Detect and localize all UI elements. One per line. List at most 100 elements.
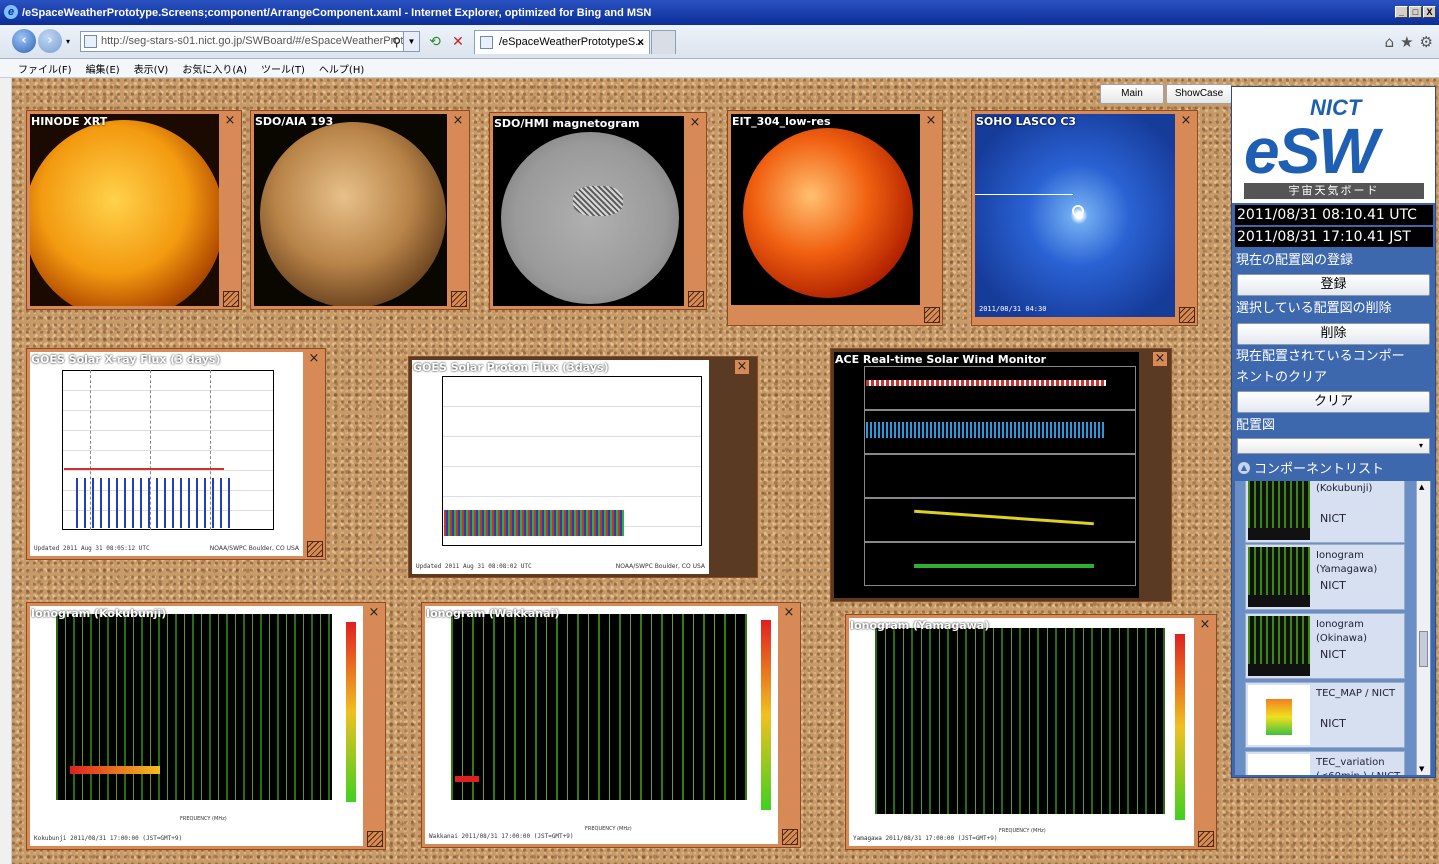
maximize-button[interactable]: □ — [1409, 6, 1422, 18]
close-icon[interactable]: × — [367, 606, 381, 620]
history-dropdown-icon[interactable]: ▾ — [66, 37, 70, 46]
panel-ionogram-wakkanai[interactable]: Wakkanai 2011/08/31 17:00:00 (JST=GMT+9)… — [421, 602, 801, 848]
menu-edit[interactable]: 編集(E) — [86, 61, 120, 76]
showcase-button[interactable]: ShowCase — [1166, 84, 1232, 104]
component-list-header[interactable]: ▲ コンポーネントリスト — [1238, 458, 1384, 477]
panel-ionogram-kokubunji[interactable]: Kokubunji 2011/08/31 17:00:00 (JST=GMT+9… — [26, 602, 386, 850]
refresh-icon[interactable]: ⟲ — [426, 33, 444, 51]
ionogram-kokubunji-image: Kokubunji 2011/08/31 17:00:00 (JST=GMT+9… — [30, 606, 363, 846]
close-window-button[interactable]: X — [1423, 6, 1436, 18]
close-icon[interactable]: × — [1179, 114, 1193, 128]
minimize-button[interactable]: _ — [1395, 6, 1408, 18]
address-bar[interactable]: http://seg-stars-s01.nict.go.jp/SWBoard/… — [80, 31, 420, 52]
scroll-down-icon[interactable]: ▼ — [1419, 765, 1424, 773]
register-button[interactable]: 登録 — [1237, 274, 1430, 296]
goes-xray-updated: Updated 2011 Aug 31 08:05:12 UTC — [34, 545, 150, 552]
new-tab-button[interactable] — [651, 30, 676, 54]
close-icon[interactable]: × — [782, 606, 796, 620]
aia-image — [254, 114, 447, 306]
resize-grip-icon[interactable] — [1179, 307, 1195, 323]
component-list-scrollbar[interactable]: ▲ ▼ — [1416, 481, 1430, 775]
back-button[interactable]: ‹ — [12, 29, 36, 53]
panel-ace-solar-wind[interactable]: ACE Real-time Solar Wind Monitor × — [830, 348, 1172, 602]
resize-grip-icon[interactable] — [307, 541, 323, 557]
tab-page-icon — [480, 36, 493, 49]
address-dropdown-icon[interactable]: ▼ — [403, 32, 419, 51]
component-list-title: コンポーネントリスト — [1254, 462, 1385, 477]
list-item-org: NICT — [1320, 579, 1346, 592]
list-item[interactable]: TEC_variation (<60min ) / NICT — [1245, 751, 1405, 775]
esw-logo-text: eSW — [1244, 115, 1379, 187]
search-icon[interactable]: ⚲ — [392, 33, 401, 51]
forward-button[interactable]: › — [38, 29, 62, 53]
ace-chart — [834, 352, 1139, 598]
goes-xray-source: NOAA/SWPC Boulder, CO USA — [209, 545, 299, 552]
close-icon[interactable]: × — [735, 360, 749, 374]
close-icon[interactable]: × — [1198, 618, 1212, 632]
settings-gear-icon[interactable]: ⚙ — [1420, 33, 1433, 51]
close-icon[interactable]: × — [1153, 352, 1167, 366]
clear-components-label-1: 現在配置されているコンポー — [1236, 349, 1405, 364]
scroll-thumb[interactable] — [1419, 631, 1428, 667]
goes-xray-chart: Updated 2011 Aug 31 08:05:12 UTC NOAA/SW… — [30, 352, 303, 556]
layout-select[interactable]: ▾ — [1237, 438, 1430, 454]
close-icon[interactable]: × — [924, 114, 938, 128]
menu-tools[interactable]: ツール(T) — [261, 61, 305, 76]
menu-view[interactable]: 表示(V) — [134, 61, 169, 76]
close-icon[interactable]: × — [451, 114, 465, 128]
delete-layout-label: 選択している配置図の削除 — [1236, 301, 1392, 316]
panel-title: SDO/AIA 193 — [255, 115, 334, 128]
panel-goes-xray[interactable]: Updated 2011 Aug 31 08:05:12 UTC NOAA/SW… — [26, 348, 326, 560]
favorites-star-icon[interactable]: ★ — [1400, 33, 1413, 51]
menu-favorites[interactable]: お気に入り(A) — [182, 61, 247, 76]
list-item[interactable]: TEC_MAP / NICT NICT — [1245, 682, 1405, 748]
resize-grip-icon[interactable] — [782, 829, 798, 845]
jst-clock: 2011/08/31 17:10.41 JST — [1235, 227, 1433, 247]
panel-title: GOES Solar X-ray Flux (3 days) — [31, 353, 221, 366]
panel-title: HINODE XRT — [31, 115, 108, 128]
list-item[interactable]: Ionogram (Yamagawa) NICT — [1245, 544, 1405, 610]
panel-eit-304[interactable]: EIT_304_low-res × — [727, 110, 943, 326]
list-item[interactable]: Ionogram (Okinawa) NICT — [1245, 613, 1405, 679]
tab-close-icon[interactable]: × — [637, 31, 644, 53]
close-icon[interactable]: × — [307, 352, 321, 366]
resize-grip-icon[interactable] — [451, 291, 467, 307]
list-item-title: Ionogram (Yamagawa) — [1316, 550, 1378, 575]
chevron-up-icon[interactable]: ▲ — [1238, 461, 1250, 474]
close-icon[interactable]: × — [688, 116, 702, 130]
browser-tab[interactable]: /eSpaceWeatherPrototypeS... × — [474, 30, 650, 54]
resize-grip-icon[interactable] — [367, 831, 383, 847]
panel-title: Ionogram (Kokubunji) — [31, 607, 167, 620]
goes-proton-chart: Updated 2011 Aug 31 08:08:02 UTC NOAA/SW… — [412, 360, 709, 574]
panel-title: Ionogram (Wakkanai) — [426, 607, 560, 620]
panel-ionogram-yamagawa[interactable]: Yamagawa 2011/08/31 17:00:00 (JST=GMT+9)… — [845, 614, 1217, 850]
panel-sdo-aia-193[interactable]: SDO/AIA 193 × — [250, 110, 470, 310]
ie-logo-icon: e — [4, 5, 18, 19]
panel-title: Ionogram (Yamagawa) — [850, 619, 990, 632]
home-icon[interactable]: ⌂ — [1385, 33, 1395, 51]
list-item-thumbnail — [1248, 754, 1310, 775]
scroll-up-icon[interactable]: ▲ — [1419, 483, 1424, 491]
list-item[interactable]: (Kokubunji) NICT — [1245, 481, 1405, 543]
resize-grip-icon[interactable] — [223, 291, 239, 307]
close-icon[interactable]: × — [223, 114, 237, 128]
resize-grip-icon[interactable] — [1198, 831, 1214, 847]
stop-icon[interactable]: ✕ — [449, 33, 467, 51]
address-text: http://seg-stars-s01.nict.go.jp/SWBoard/… — [101, 35, 404, 47]
menu-file[interactable]: ファイル(F) — [18, 61, 72, 76]
page-scrollbar[interactable] — [0, 78, 12, 864]
panel-hinode-xrt[interactable]: HINODE XRT × — [26, 110, 242, 310]
list-item-thumbnail — [1248, 685, 1310, 745]
resize-grip-icon[interactable] — [924, 307, 940, 323]
esw-logo: NICT eSW 宇宙天気ボード — [1232, 87, 1435, 203]
panel-goes-proton[interactable]: Updated 2011 Aug 31 08:08:02 UTC NOAA/SW… — [408, 356, 758, 578]
panel-soho-lasco-c3[interactable]: 2011/08/31 04:30 SOHO LASCO C3 × — [971, 110, 1198, 326]
delete-button[interactable]: 削除 — [1237, 323, 1430, 345]
resize-grip-icon[interactable] — [688, 291, 704, 307]
panel-sdo-hmi-magnetogram[interactable]: SDO/HMI magnetogram × — [489, 112, 707, 310]
menu-help[interactable]: ヘルプ(H) — [319, 61, 364, 76]
clear-button[interactable]: クリア — [1237, 391, 1430, 413]
main-button[interactable]: Main — [1100, 84, 1164, 104]
lasco-timestamp: 2011/08/31 04:30 — [979, 305, 1047, 313]
list-item-title: Ionogram (Okinawa) — [1316, 619, 1368, 644]
